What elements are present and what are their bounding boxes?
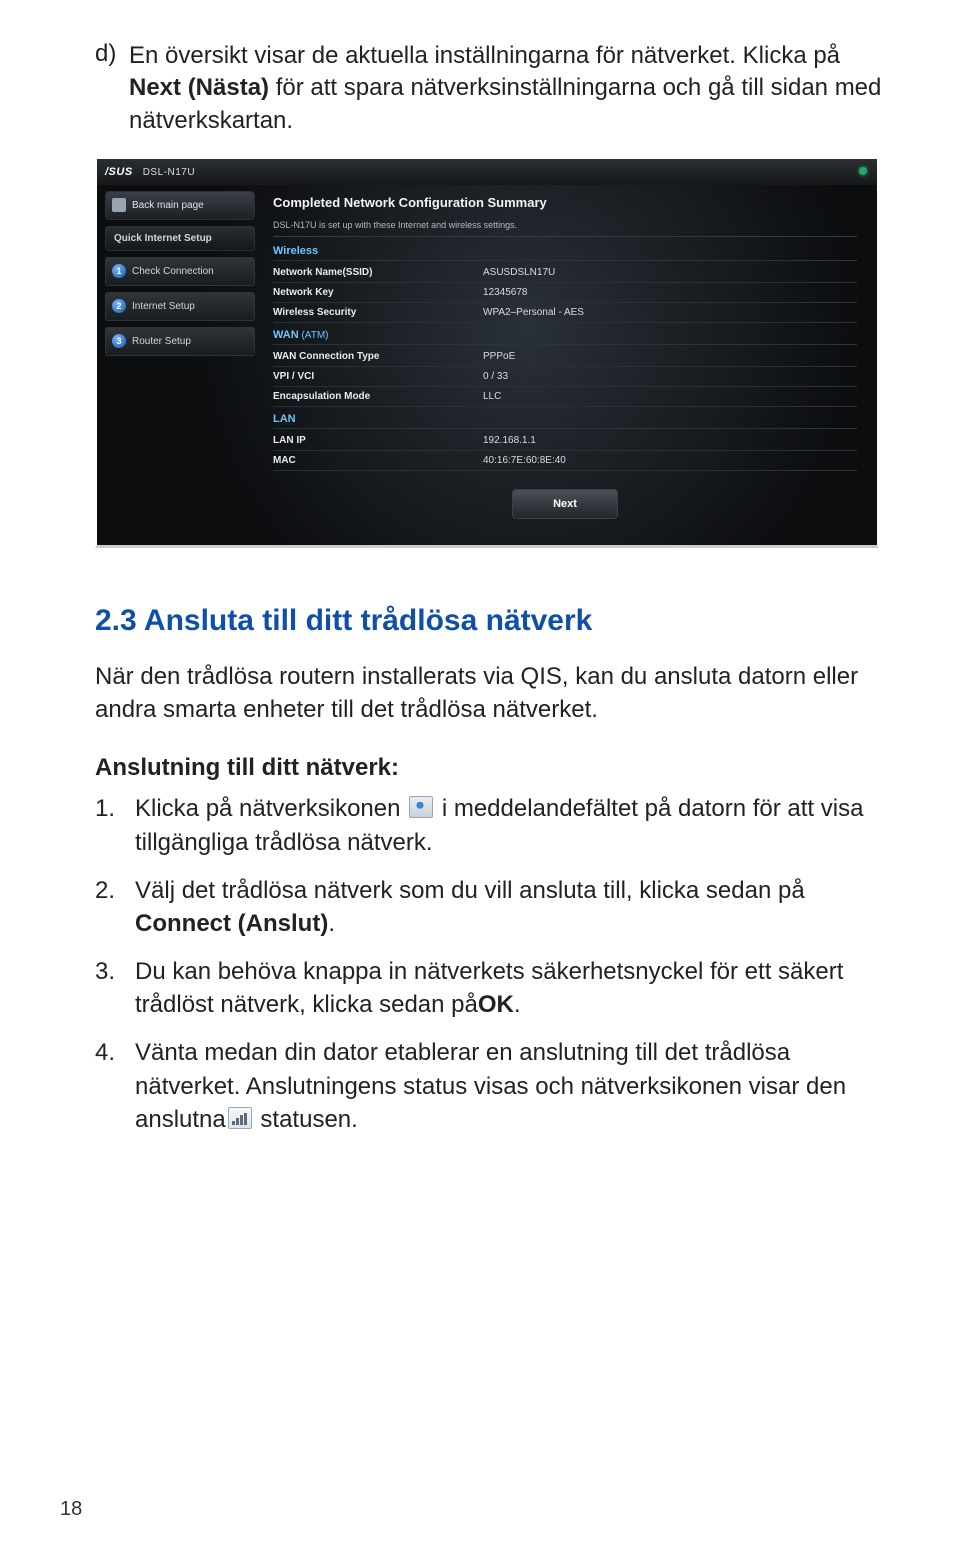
summary-value: 0 / 33 — [483, 371, 857, 382]
sidebar-item-check-connection[interactable]: 1 Check Connection — [105, 257, 255, 286]
summary-value: 40:16:7E:60:8E:40 — [483, 455, 857, 466]
signal-bars-icon — [228, 1107, 252, 1129]
sidebar-item-internet-setup[interactable]: 2 Internet Setup — [105, 292, 255, 321]
sidebar-step-number: 1 — [112, 264, 126, 278]
summary-title: Completed Network Configuration Summary — [273, 195, 857, 210]
step-2-post: . — [328, 910, 335, 937]
sidebar-heading: Quick Internet Setup — [105, 226, 255, 251]
document-page: d) En översikt visar de aktuella inställ… — [0, 0, 960, 1551]
sidebar-step-number: 3 — [112, 334, 126, 348]
summary-row: Encapsulation ModeLLC — [273, 387, 857, 407]
next-button-wrap: Next — [273, 489, 857, 519]
network-tray-icon — [409, 796, 433, 818]
section-name: WAN — [273, 329, 299, 341]
step-2-bold: Connect (Anslut) — [135, 910, 328, 937]
step-1-pre: Klicka på nätverksikonen — [135, 795, 407, 822]
summary-value: 12345678 — [483, 287, 857, 298]
step-3-post: . — [514, 991, 521, 1018]
router-sidebar: Back main page Quick Internet Setup 1 Ch… — [97, 185, 263, 545]
section-wan-heading: WAN (ATM) — [273, 329, 857, 345]
sidebar-item-label: Internet Setup — [132, 301, 195, 312]
page-number: 18 — [60, 1498, 82, 1521]
summary-value: 192.168.1.1 — [483, 435, 857, 446]
step-4: Vänta medan din dator etablerar en anslu… — [95, 1036, 890, 1137]
section-name: Wireless — [273, 245, 318, 257]
router-body: Back main page Quick Internet Setup 1 Ch… — [97, 185, 877, 545]
summary-key: LAN IP — [273, 435, 483, 446]
section-lan-heading: LAN — [273, 413, 857, 429]
intro-text: En översikt visar de aktuella inställnin… — [129, 40, 890, 137]
step-2-pre: Välj det trådlösa nätverk som du vill an… — [135, 877, 805, 904]
section-name: LAN — [273, 413, 296, 425]
summary-value: PPPoE — [483, 351, 857, 362]
section-heading-2-3: 2.3 Ansluta till ditt trådlösa nätverk — [95, 604, 890, 638]
summary-row: Network Name(SSID)ASUSDSLN17U — [273, 263, 857, 283]
router-ui-screenshot: /SUS DSL-N17U Back main page Quick Inter… — [95, 157, 879, 548]
next-button[interactable]: Next — [512, 489, 618, 519]
brand-logo-text: /SUS — [105, 166, 133, 178]
summary-value: LLC — [483, 391, 857, 402]
sidebar-item-label: Check Connection — [132, 266, 214, 277]
section-wireless-heading: Wireless — [273, 245, 857, 261]
back-main-page-button[interactable]: Back main page — [105, 191, 255, 220]
steps-subheading: Anslutning till ditt nätverk: — [95, 754, 890, 782]
step-3: Du kan behöva knappa in nätverkets säker… — [95, 955, 890, 1022]
step-1: Klicka på nätverksikonen i meddelandefäl… — [95, 792, 890, 859]
summary-row: Wireless SecurityWPA2–Personal - AES — [273, 303, 857, 323]
step-4-post: statusen. — [254, 1106, 358, 1133]
steps-list: Klicka på nätverksikonen i meddelandefäl… — [95, 792, 890, 1136]
intro-text-bold: Next (Nästa) — [129, 74, 269, 101]
summary-row: MAC40:16:7E:60:8E:40 — [273, 451, 857, 471]
summary-row: VPI / VCI0 / 33 — [273, 367, 857, 387]
section-annotation: (ATM) — [299, 330, 329, 341]
summary-value: WPA2–Personal - AES — [483, 307, 857, 318]
summary-key: MAC — [273, 455, 483, 466]
summary-value: ASUSDSLN17U — [483, 267, 857, 278]
router-model-label: DSL-N17U — [143, 167, 195, 178]
summary-key: WAN Connection Type — [273, 351, 483, 362]
sidebar-item-label: Router Setup — [132, 336, 191, 347]
router-titlebar: /SUS DSL-N17U — [97, 159, 877, 185]
status-led-icon — [859, 167, 867, 175]
summary-row: LAN IP192.168.1.1 — [273, 431, 857, 451]
section-intro-paragraph: När den trådlösa routern installerats vi… — [95, 660, 890, 726]
summary-key: Network Name(SSID) — [273, 267, 483, 278]
summary-key: Network Key — [273, 287, 483, 298]
step-2: Välj det trådlösa nätverk som du vill an… — [95, 874, 890, 941]
summary-note: DSL-N17U is set up with these Internet a… — [273, 220, 857, 237]
summary-row: Network Key12345678 — [273, 283, 857, 303]
summary-row: WAN Connection TypePPPoE — [273, 347, 857, 367]
intro-text-pre: En översikt visar de aktuella inställnin… — [129, 42, 840, 69]
intro-list-item: d) En översikt visar de aktuella inställ… — [95, 40, 890, 137]
intro-marker: d) — [95, 40, 129, 137]
summary-key: VPI / VCI — [273, 371, 483, 382]
summary-key: Encapsulation Mode — [273, 391, 483, 402]
router-main-panel: Completed Network Configuration Summary … — [263, 185, 877, 545]
sidebar-step-number: 2 — [112, 299, 126, 313]
step-3-bold: OK — [478, 991, 514, 1018]
sidebar-item-router-setup[interactable]: 3 Router Setup — [105, 327, 255, 356]
summary-key: Wireless Security — [273, 307, 483, 318]
